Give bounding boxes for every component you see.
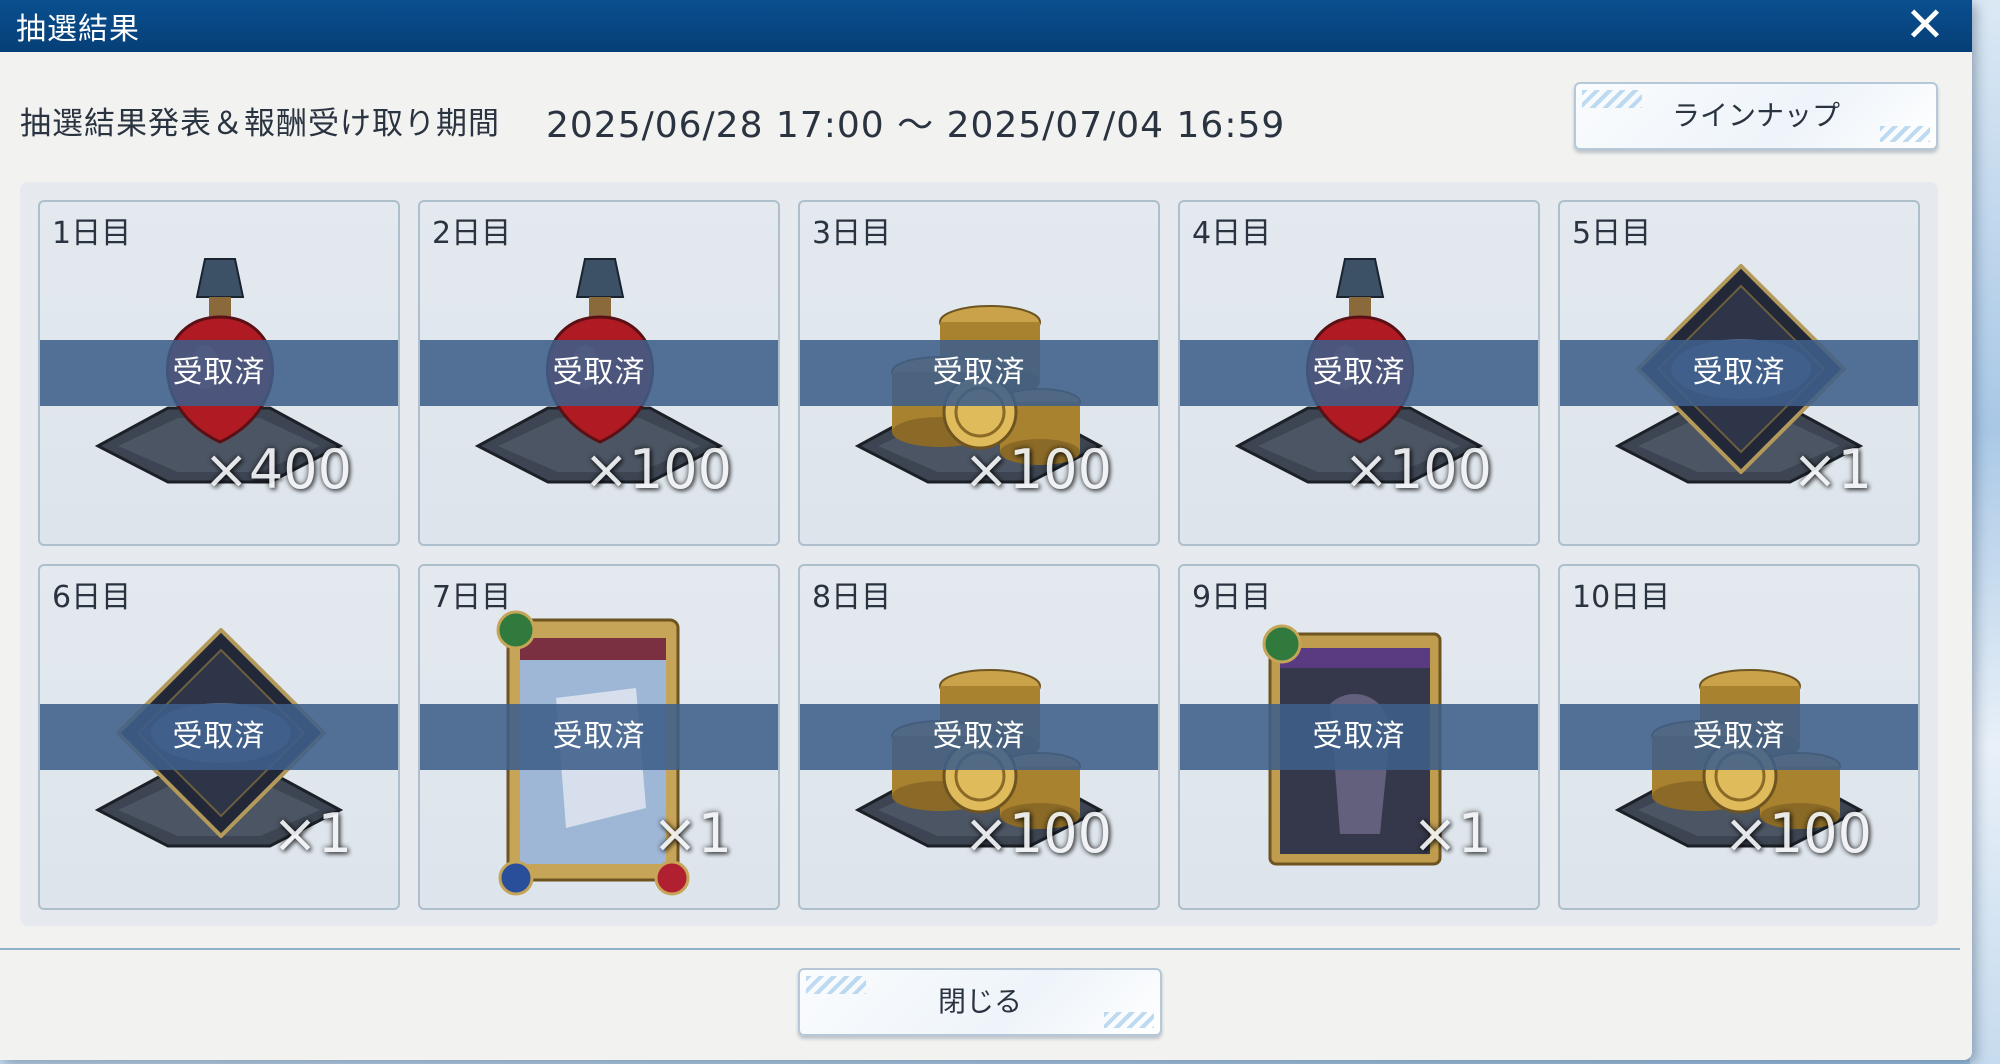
received-label: 受取済 bbox=[800, 704, 1158, 770]
title-bar: 抽選結果 ✕ bbox=[0, 0, 1972, 52]
received-label: 受取済 bbox=[1180, 340, 1538, 406]
quantity: ×1 bbox=[272, 802, 352, 865]
received-label: 受取済 bbox=[420, 340, 778, 406]
quantity: ×100 bbox=[1723, 802, 1872, 865]
close-button[interactable]: 閉じる bbox=[798, 968, 1162, 1036]
period-label: 抽選結果発表＆報酬受け取り期間 bbox=[20, 106, 500, 142]
reward-cell-day7[interactable]: 7日目 ×1 受取済 bbox=[418, 564, 780, 910]
day-label: 1日目 bbox=[52, 216, 132, 251]
reward-cell-day8[interactable]: 8日目 ×100 受取済 bbox=[798, 564, 1160, 910]
day-label: 3日目 bbox=[812, 216, 892, 251]
reward-cell-day6[interactable]: 6日目 ×1 受取済 bbox=[38, 564, 400, 910]
day-label: 10日目 bbox=[1572, 580, 1671, 615]
received-label: 受取済 bbox=[1560, 704, 1918, 770]
day-label: 9日目 bbox=[1192, 580, 1272, 615]
lineup-button[interactable]: ラインナップ bbox=[1574, 82, 1938, 150]
received-label: 受取済 bbox=[40, 704, 398, 770]
day-label: 5日目 bbox=[1572, 216, 1652, 251]
footer-divider bbox=[0, 948, 1960, 950]
day-label: 4日目 bbox=[1192, 216, 1272, 251]
quantity: ×1 bbox=[652, 802, 732, 865]
lottery-result-dialog: 抽選結果 ✕ 抽選結果発表＆報酬受け取り期間 2025/06/28 17:00 … bbox=[0, 0, 1972, 1060]
received-label: 受取済 bbox=[40, 340, 398, 406]
quantity: ×100 bbox=[583, 438, 732, 501]
day-label: 2日目 bbox=[432, 216, 512, 251]
day-label: 6日目 bbox=[52, 580, 132, 615]
quantity: ×100 bbox=[1343, 438, 1492, 501]
reward-cell-day1[interactable]: 1日目 ×400 受取済 bbox=[38, 200, 400, 546]
dialog-title: 抽選結果 bbox=[16, 12, 140, 47]
received-label: 受取済 bbox=[1180, 704, 1538, 770]
received-label: 受取済 bbox=[1560, 340, 1918, 406]
quantity: ×1 bbox=[1412, 802, 1492, 865]
quantity: ×100 bbox=[963, 802, 1112, 865]
close-button-label: 閉じる bbox=[937, 985, 1022, 1018]
rewards-grid: 1日目 ×400 受取済 2日目 ×100 受取済 3日目 ×100 受取済 4… bbox=[20, 182, 1938, 926]
lineup-button-label: ラインナップ bbox=[1671, 99, 1840, 132]
period-dates: 2025/06/28 17:00 ～ 2025/07/04 16:59 bbox=[546, 105, 1286, 146]
background-edge bbox=[1970, 0, 2000, 1064]
received-label: 受取済 bbox=[800, 340, 1158, 406]
quantity: ×400 bbox=[203, 438, 352, 501]
reward-cell-day10[interactable]: 10日目 ×100 受取済 bbox=[1558, 564, 1920, 910]
reward-cell-day9[interactable]: 9日目 ×1 受取済 bbox=[1178, 564, 1540, 910]
reward-cell-day3[interactable]: 3日目 ×100 受取済 bbox=[798, 200, 1160, 546]
received-label: 受取済 bbox=[420, 704, 778, 770]
close-icon[interactable]: ✕ bbox=[1902, 1, 1948, 49]
reward-cell-day2[interactable]: 2日目 ×100 受取済 bbox=[418, 200, 780, 546]
quantity: ×1 bbox=[1792, 438, 1872, 501]
day-label: 8日目 bbox=[812, 580, 892, 615]
reward-cell-day4[interactable]: 4日目 ×100 受取済 bbox=[1178, 200, 1540, 546]
quantity: ×100 bbox=[963, 438, 1112, 501]
reward-cell-day5[interactable]: 5日目 ×1 受取済 bbox=[1558, 200, 1920, 546]
